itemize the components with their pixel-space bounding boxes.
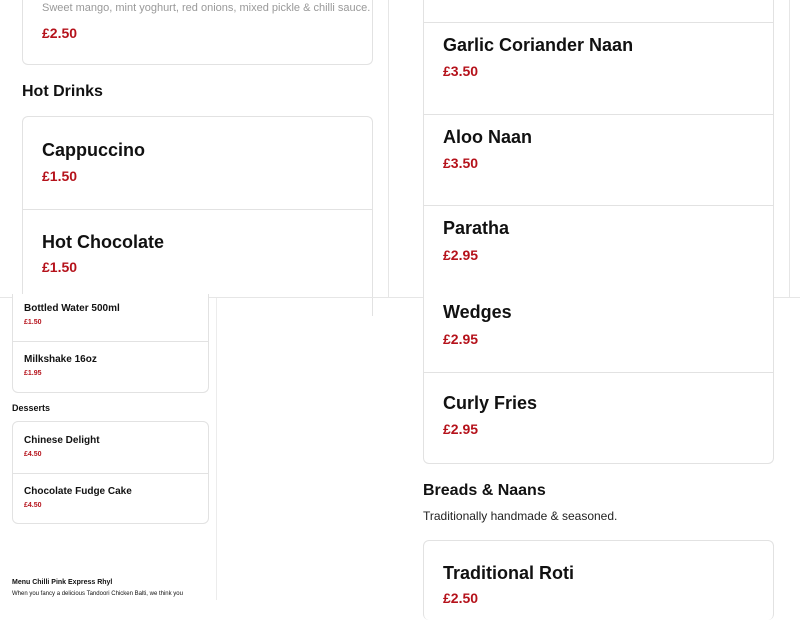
item-price: £4.50 [24, 502, 42, 509]
menu-item-cappuccino[interactable]: Cappuccino £1.50 [23, 117, 372, 209]
item-price: £2.95 [443, 247, 479, 263]
item-price: £3.50 [443, 63, 479, 79]
hot-drinks-list: Cappuccino £1.50 Hot Chocolate £1.50 [22, 116, 373, 316]
column-divider [216, 298, 217, 600]
column-divider [388, 0, 389, 298]
item-name: Traditional Roti [443, 563, 575, 583]
breads-naans-list: Traditional Roti £2.50 [423, 540, 774, 620]
menu-item-aloo-naan[interactable]: Aloo Naan £3.50 [424, 115, 773, 206]
section-heading-breads: Breads & Naans [423, 482, 546, 499]
menu-item-chocolate-fudge-cake[interactable]: Chocolate Fudge Cake £4.50 [13, 474, 208, 523]
menu-item-card[interactable]: Sweet mango, mint yoghurt, red onions, m… [22, 0, 373, 65]
drinks-list: Bottled Water 500ml £1.50 Milkshake 16oz… [12, 294, 209, 393]
item-name: Curly Fries [443, 393, 538, 413]
item-name: Chocolate Fudge Cake [24, 486, 132, 497]
menu-item-wedges[interactable]: Wedges £2.95 [424, 290, 773, 372]
item-price: £1.50 [42, 168, 78, 184]
item-name: Bottled Water 500ml [24, 303, 120, 314]
scroll-edge [789, 0, 790, 298]
item-price: £2.95 [443, 331, 479, 347]
menu-item-milkshake[interactable]: Milkshake 16oz £1.95 [13, 342, 208, 392]
section-subtitle: Traditionally handmade & seasoned. [423, 509, 618, 523]
item-name: Hot Chocolate [42, 232, 165, 252]
menu-item-garlic-coriander-naan[interactable]: Garlic Coriander Naan £3.50 [424, 23, 773, 114]
item-price: £3.50 [443, 155, 479, 171]
menu-item-bottled-water[interactable]: Bottled Water 500ml £1.50 [13, 294, 208, 341]
sides-list: Wedges £2.95 Curly Fries £2.95 [423, 290, 774, 464]
breads-list: Garlic Coriander Naan £3.50 Aloo Naan £3… [423, 0, 774, 300]
footer-text: When you fancy a delicious Tandoori Chic… [12, 591, 183, 597]
item-price: £4.50 [24, 451, 42, 458]
footer-title: Menu Chilli Pink Express Rhyl [12, 579, 113, 586]
item-name: Paratha [443, 218, 510, 238]
item-name: Cappuccino [42, 140, 146, 160]
item-name: Aloo Naan [443, 127, 533, 147]
item-price: £1.50 [24, 319, 42, 326]
menu-item-chinese-delight[interactable]: Chinese Delight £4.50 [13, 422, 208, 473]
section-heading-hot-drinks: Hot Drinks [22, 83, 103, 100]
item-name: Garlic Coriander Naan [443, 35, 634, 55]
item-price: £1.50 [42, 259, 78, 275]
item-price: £2.50 [42, 25, 78, 41]
item-description: Sweet mango, mint yoghurt, red onions, m… [42, 2, 371, 14]
item-price: £2.50 [443, 590, 479, 606]
item-name: Wedges [443, 302, 512, 322]
item-name: Chinese Delight [24, 435, 100, 446]
item-price: £1.95 [24, 370, 42, 377]
item-name: Milkshake 16oz [24, 354, 97, 365]
section-heading-desserts: Desserts [12, 403, 51, 413]
desserts-list: Chinese Delight £4.50 Chocolate Fudge Ca… [12, 421, 209, 524]
menu-item-traditional-roti[interactable]: Traditional Roti £2.50 [424, 541, 773, 620]
menu-item-curly-fries[interactable]: Curly Fries £2.95 [424, 373, 773, 463]
item-price: £2.95 [443, 421, 479, 437]
menu-item-paratha[interactable]: Paratha £2.95 [424, 206, 773, 300]
